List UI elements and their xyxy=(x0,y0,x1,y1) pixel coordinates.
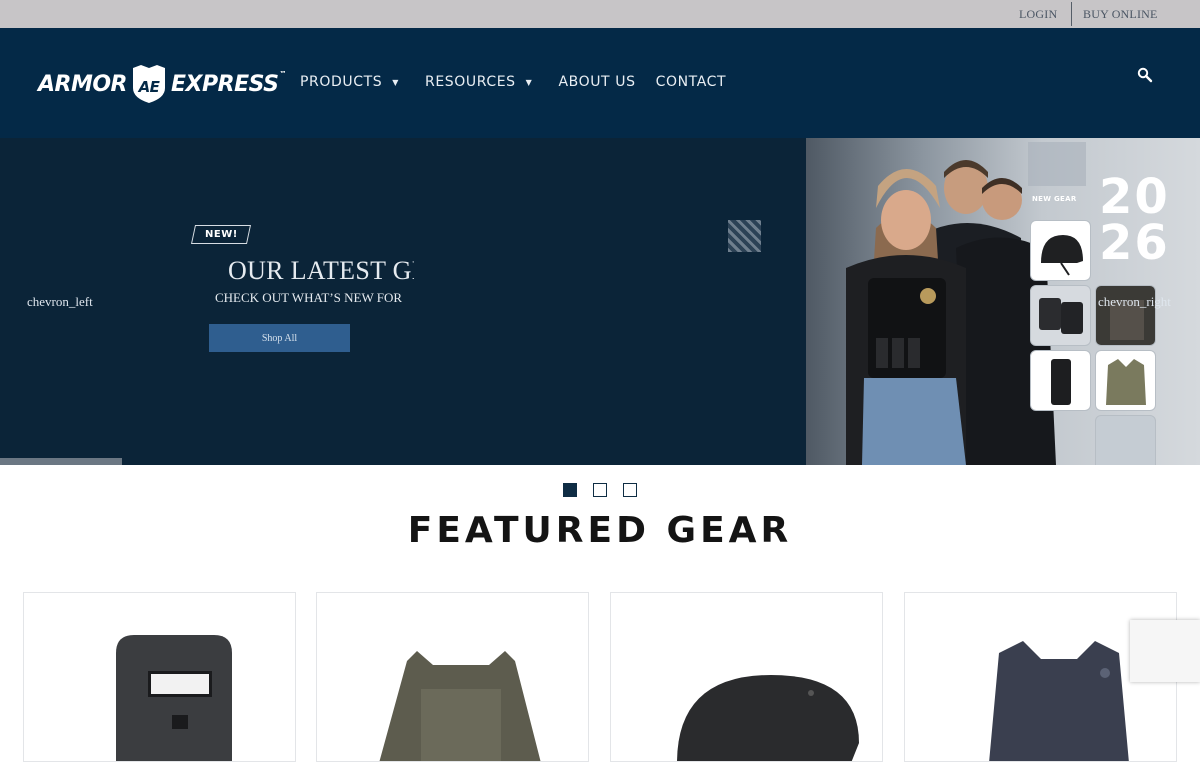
slide-dot-1[interactable] xyxy=(563,483,577,497)
product-card-shield[interactable] xyxy=(23,592,296,762)
chevron-right-icon[interactable]: chevron_right xyxy=(1098,294,1171,310)
utility-bar: LOGIN BUY ONLINE xyxy=(0,0,1200,28)
site-header: ARMOR AE EXPRESS ™ PRODUCTS ▼ RESOURCES … xyxy=(0,28,1200,138)
plate-carrier-image xyxy=(379,651,541,761)
slide-progress-bar xyxy=(0,458,122,465)
shield-logo-icon: AE xyxy=(131,64,167,104)
product-card-helmet[interactable] xyxy=(610,592,883,762)
brand-monogram: AE xyxy=(138,78,161,96)
brand-word-armor: ARMOR xyxy=(38,71,128,97)
helmet-thumbnail xyxy=(1030,220,1091,281)
buy-online-link[interactable]: BUY ONLINE xyxy=(1083,7,1158,22)
shop-all-button[interactable]: Shop All xyxy=(209,324,350,352)
nav-contact-label: CONTACT xyxy=(655,74,727,90)
nav-resources-label: RESOURCES xyxy=(425,74,516,90)
new-badge: NEW! xyxy=(190,225,252,244)
login-link[interactable]: LOGIN xyxy=(1019,7,1057,22)
chevron-down-icon: ▼ xyxy=(392,77,399,87)
nav-resources[interactable]: RESOURCES ▼ xyxy=(425,74,538,90)
brand-word-express: EXPRESS xyxy=(171,71,279,97)
plates-thumbnail xyxy=(1030,285,1091,346)
featured-gear-heading: FEATURED GEAR xyxy=(407,510,793,551)
nav-about-us-label: ABOUT US xyxy=(558,74,636,90)
hero-slider: chevron_left NEW! OUR LATEST GI CHECK OU… xyxy=(0,138,1200,465)
nav-contact[interactable]: CONTACT xyxy=(656,74,727,90)
new-badge-label: NEW! xyxy=(204,229,238,240)
hero-subtitle: CHECK OUT WHAT’S NEW FOR xyxy=(215,290,403,305)
nav-products-label: PRODUCTS xyxy=(300,74,383,90)
search-icon[interactable] xyxy=(1137,67,1153,83)
chevron-left-icon[interactable]: chevron_left xyxy=(27,294,93,310)
hero-headline: OUR LATEST GI xyxy=(228,256,414,285)
nav-about-us[interactable]: ABOUT US xyxy=(558,74,635,90)
product-card-plate-carrier[interactable] xyxy=(316,592,589,762)
new-gear-tag: NEW GEAR xyxy=(1032,195,1077,203)
ballistic-shield-image xyxy=(116,635,232,761)
trademark-mark: ™ xyxy=(279,70,287,78)
nav-products[interactable]: PRODUCTS ▼ xyxy=(300,74,405,90)
decorative-hatch xyxy=(728,220,761,252)
promo-year: 20 26 xyxy=(1099,169,1170,271)
main-nav: PRODUCTS ▼ RESOURCES ▼ ABOUT US CONTACT xyxy=(300,74,746,90)
slide-dot-3[interactable] xyxy=(623,483,637,497)
promo-year-line2: 26 xyxy=(1099,215,1170,271)
carrier-thumbnail xyxy=(1095,350,1156,411)
brand-logo[interactable]: ARMOR AE EXPRESS ™ xyxy=(38,64,286,104)
utility-divider xyxy=(1071,2,1072,26)
pouch-thumbnail xyxy=(1030,350,1091,411)
recaptcha-badge[interactable] xyxy=(1130,620,1200,682)
chevron-down-icon: ▼ xyxy=(525,77,533,87)
promo-year-line1: 20 xyxy=(1099,169,1170,225)
empty-thumbnail xyxy=(1095,415,1156,465)
slider-pagination xyxy=(563,483,637,497)
slide-dot-2[interactable] xyxy=(593,483,607,497)
tactical-helmet-image xyxy=(677,675,859,761)
